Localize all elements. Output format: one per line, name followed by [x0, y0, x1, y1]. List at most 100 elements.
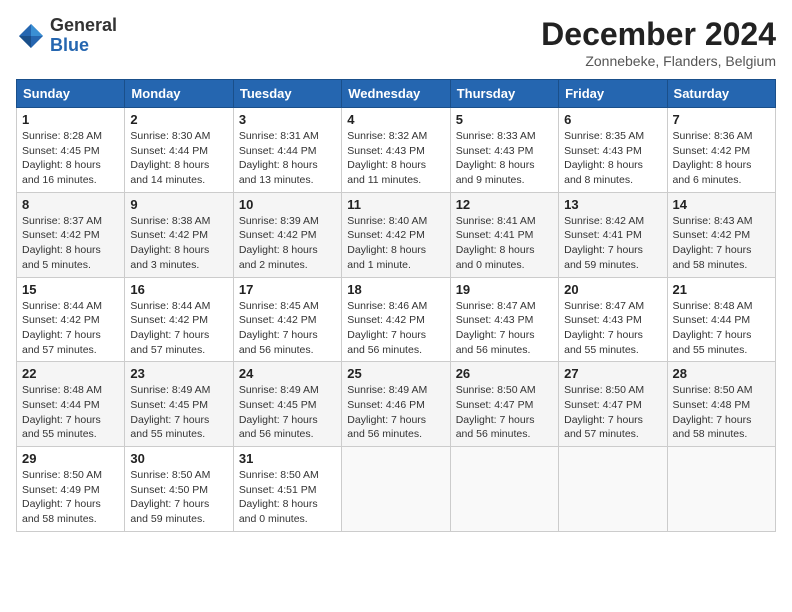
- weekday-header-monday: Monday: [125, 80, 233, 108]
- calendar-cell: 5 Sunrise: 8:33 AMSunset: 4:43 PMDaylight…: [450, 108, 558, 193]
- calendar-cell: [450, 447, 558, 532]
- calendar-cell: 15 Sunrise: 8:44 AMSunset: 4:42 PMDayligh…: [17, 277, 125, 362]
- day-number: 4: [347, 112, 444, 127]
- calendar-cell: 7 Sunrise: 8:36 AMSunset: 4:42 PMDaylight…: [667, 108, 775, 193]
- day-number: 21: [673, 282, 770, 297]
- calendar-cell: 13 Sunrise: 8:42 AMSunset: 4:41 PMDayligh…: [559, 192, 667, 277]
- calendar-cell: 12Sunrise: 8:41 AMSunset: 4:41 PMDayligh…: [450, 192, 558, 277]
- calendar-week-row: 8 Sunrise: 8:37 AMSunset: 4:42 PMDaylight…: [17, 192, 776, 277]
- weekday-header-wednesday: Wednesday: [342, 80, 450, 108]
- day-info: Sunrise: 8:44 AMSunset: 4:42 PMDaylight:…: [130, 299, 227, 358]
- day-number: 26: [456, 366, 553, 381]
- calendar-cell: 22Sunrise: 8:48 AMSunset: 4:44 PMDayligh…: [17, 362, 125, 447]
- day-number: 3: [239, 112, 336, 127]
- day-number: 14: [673, 197, 770, 212]
- logo-icon: [16, 21, 46, 51]
- day-number: 25: [347, 366, 444, 381]
- calendar-week-row: 22Sunrise: 8:48 AMSunset: 4:44 PMDayligh…: [17, 362, 776, 447]
- day-info: Sunrise: 8:48 AMSunset: 4:44 PMDaylight:…: [22, 383, 119, 442]
- calendar-cell: 20 Sunrise: 8:47 AMSunset: 4:43 PMDayligh…: [559, 277, 667, 362]
- day-info: Sunrise: 8:43 AMSunset: 4:42 PMDaylight:…: [673, 214, 770, 273]
- day-info: Sunrise: 8:39 AMSunset: 4:42 PMDaylight:…: [239, 214, 336, 273]
- day-number: 8: [22, 197, 119, 212]
- day-info: Sunrise: 8:50 AMSunset: 4:50 PMDaylight:…: [130, 468, 227, 527]
- weekday-header-friday: Friday: [559, 80, 667, 108]
- day-number: 10: [239, 197, 336, 212]
- day-info: Sunrise: 8:48 AMSunset: 4:44 PMDaylight:…: [673, 299, 770, 358]
- weekday-header-thursday: Thursday: [450, 80, 558, 108]
- day-number: 24: [239, 366, 336, 381]
- calendar-cell: 2Sunrise: 8:30 AMSunset: 4:44 PMDaylight…: [125, 108, 233, 193]
- calendar-week-row: 29Sunrise: 8:50 AMSunset: 4:49 PMDayligh…: [17, 447, 776, 532]
- calendar-table: SundayMondayTuesdayWednesdayThursdayFrid…: [16, 79, 776, 532]
- calendar-cell: 10 Sunrise: 8:39 AMSunset: 4:42 PMDayligh…: [233, 192, 341, 277]
- calendar-cell: 24 Sunrise: 8:49 AMSunset: 4:45 PMDayligh…: [233, 362, 341, 447]
- day-number: 7: [673, 112, 770, 127]
- day-number: 5: [456, 112, 553, 127]
- day-number: 13: [564, 197, 661, 212]
- calendar-cell: 3 Sunrise: 8:31 AMSunset: 4:44 PMDaylight…: [233, 108, 341, 193]
- calendar-header-row: SundayMondayTuesdayWednesdayThursdayFrid…: [17, 80, 776, 108]
- day-number: 6: [564, 112, 661, 127]
- month-title: December 2024: [541, 16, 776, 53]
- calendar-cell: 30 Sunrise: 8:50 AMSunset: 4:50 PMDayligh…: [125, 447, 233, 532]
- calendar-cell: 14 Sunrise: 8:43 AMSunset: 4:42 PMDayligh…: [667, 192, 775, 277]
- location-subtitle: Zonnebeke, Flanders, Belgium: [541, 53, 776, 69]
- day-number: 11: [347, 197, 444, 212]
- calendar-cell: 21 Sunrise: 8:48 AMSunset: 4:44 PMDayligh…: [667, 277, 775, 362]
- calendar-cell: 19Sunrise: 8:47 AMSunset: 4:43 PMDayligh…: [450, 277, 558, 362]
- day-info: Sunrise: 8:47 AMSunset: 4:43 PMDaylight:…: [564, 299, 661, 358]
- calendar-cell: 16 Sunrise: 8:44 AMSunset: 4:42 PMDayligh…: [125, 277, 233, 362]
- calendar-cell: 27Sunrise: 8:50 AMSunset: 4:47 PMDayligh…: [559, 362, 667, 447]
- day-number: 31: [239, 451, 336, 466]
- day-info: Sunrise: 8:50 AMSunset: 4:47 PMDaylight:…: [456, 383, 553, 442]
- calendar-cell: 1Sunrise: 8:28 AMSunset: 4:45 PMDaylight…: [17, 108, 125, 193]
- weekday-header-saturday: Saturday: [667, 80, 775, 108]
- calendar-cell: 23Sunrise: 8:49 AMSunset: 4:45 PMDayligh…: [125, 362, 233, 447]
- calendar-week-row: 15 Sunrise: 8:44 AMSunset: 4:42 PMDayligh…: [17, 277, 776, 362]
- day-info: Sunrise: 8:42 AMSunset: 4:41 PMDaylight:…: [564, 214, 661, 273]
- day-number: 30: [130, 451, 227, 466]
- calendar-cell: 18 Sunrise: 8:46 AMSunset: 4:42 PMDayligh…: [342, 277, 450, 362]
- calendar-cell: 25Sunrise: 8:49 AMSunset: 4:46 PMDayligh…: [342, 362, 450, 447]
- day-info: Sunrise: 8:47 AMSunset: 4:43 PMDaylight:…: [456, 299, 553, 358]
- calendar-cell: 28 Sunrise: 8:50 AMSunset: 4:48 PMDayligh…: [667, 362, 775, 447]
- day-info: Sunrise: 8:35 AMSunset: 4:43 PMDaylight:…: [564, 129, 661, 188]
- day-number: 16: [130, 282, 227, 297]
- day-info: Sunrise: 8:32 AMSunset: 4:43 PMDaylight:…: [347, 129, 444, 188]
- calendar-cell: [559, 447, 667, 532]
- logo-text: General Blue: [50, 16, 117, 56]
- day-number: 2: [130, 112, 227, 127]
- day-number: 18: [347, 282, 444, 297]
- day-info: Sunrise: 8:38 AMSunset: 4:42 PMDaylight:…: [130, 214, 227, 273]
- day-info: Sunrise: 8:49 AMSunset: 4:45 PMDaylight:…: [239, 383, 336, 442]
- calendar-cell: 11Sunrise: 8:40 AMSunset: 4:42 PMDayligh…: [342, 192, 450, 277]
- day-number: 28: [673, 366, 770, 381]
- calendar-cell: [667, 447, 775, 532]
- calendar-cell: 17 Sunrise: 8:45 AMSunset: 4:42 PMDayligh…: [233, 277, 341, 362]
- calendar-cell: 26 Sunrise: 8:50 AMSunset: 4:47 PMDayligh…: [450, 362, 558, 447]
- day-info: Sunrise: 8:50 AMSunset: 4:51 PMDaylight:…: [239, 468, 336, 527]
- day-number: 29: [22, 451, 119, 466]
- day-info: Sunrise: 8:50 AMSunset: 4:47 PMDaylight:…: [564, 383, 661, 442]
- weekday-header-sunday: Sunday: [17, 80, 125, 108]
- day-number: 15: [22, 282, 119, 297]
- day-info: Sunrise: 8:45 AMSunset: 4:42 PMDaylight:…: [239, 299, 336, 358]
- day-info: Sunrise: 8:31 AMSunset: 4:44 PMDaylight:…: [239, 129, 336, 188]
- calendar-body: 1Sunrise: 8:28 AMSunset: 4:45 PMDaylight…: [17, 108, 776, 532]
- day-number: 17: [239, 282, 336, 297]
- day-info: Sunrise: 8:50 AMSunset: 4:48 PMDaylight:…: [673, 383, 770, 442]
- logo: General Blue: [16, 16, 117, 56]
- calendar-week-row: 1Sunrise: 8:28 AMSunset: 4:45 PMDaylight…: [17, 108, 776, 193]
- day-info: Sunrise: 8:33 AMSunset: 4:43 PMDaylight:…: [456, 129, 553, 188]
- day-info: Sunrise: 8:28 AMSunset: 4:45 PMDaylight:…: [22, 129, 119, 188]
- day-info: Sunrise: 8:36 AMSunset: 4:42 PMDaylight:…: [673, 129, 770, 188]
- day-info: Sunrise: 8:44 AMSunset: 4:42 PMDaylight:…: [22, 299, 119, 358]
- day-number: 20: [564, 282, 661, 297]
- day-info: Sunrise: 8:37 AMSunset: 4:42 PMDaylight:…: [22, 214, 119, 273]
- calendar-cell: 29Sunrise: 8:50 AMSunset: 4:49 PMDayligh…: [17, 447, 125, 532]
- day-info: Sunrise: 8:46 AMSunset: 4:42 PMDaylight:…: [347, 299, 444, 358]
- day-number: 23: [130, 366, 227, 381]
- calendar-cell: 9Sunrise: 8:38 AMSunset: 4:42 PMDaylight…: [125, 192, 233, 277]
- day-number: 12: [456, 197, 553, 212]
